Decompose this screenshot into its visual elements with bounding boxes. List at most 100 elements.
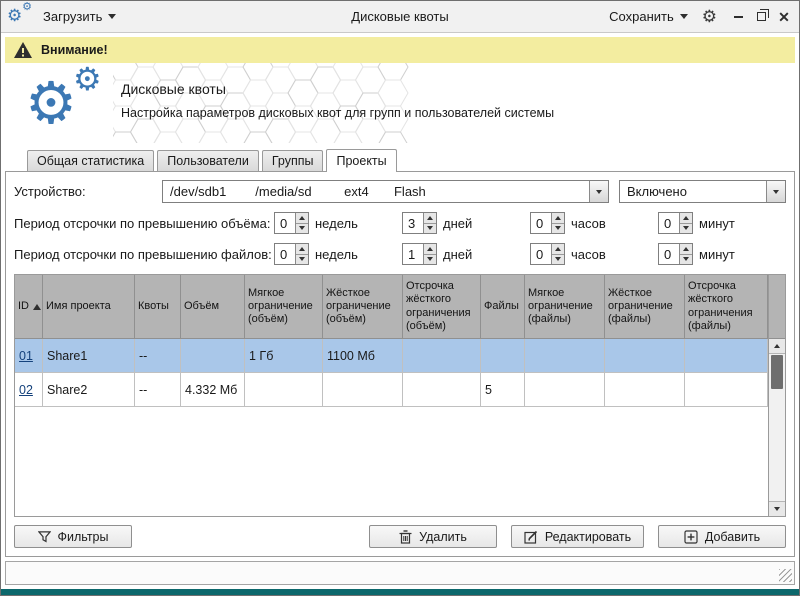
spin-down-icon[interactable] [424,255,436,265]
project-id-link[interactable]: 01 [19,349,33,363]
column-header-project-name[interactable]: Имя проекта [43,275,135,339]
device-select[interactable]: /dev/sdb1 /media/sd ext4 Flash [162,180,609,203]
column-header-grace-volume[interactable]: Отсрочка жёсткого ограничения (объём) [403,275,481,339]
weeks-unit-label: недель [315,247,358,262]
projects-table: ID Имя проекта Квоты Объём Мягкое ограни… [14,274,786,517]
scrollbar-header-cap [769,275,785,339]
cell-project-name: Share2 [43,373,135,407]
files-hours-spinner[interactable]: 0 [530,243,565,265]
cell-hard-limit-files [605,339,685,373]
load-menu-label: Загрузить [43,9,102,24]
grace-volume-row: Период отсрочки по превышению объёма: 0 … [14,212,786,234]
cell-grace-files [685,339,768,373]
action-bar: Фильтры Удалить Редак [14,525,786,548]
volume-weeks-spinner[interactable]: 0 [274,212,309,234]
scrollbar-track[interactable] [769,354,785,501]
column-header-hard-limit-files[interactable]: Жёсткое ограничение (файлы) [605,275,685,339]
edit-button[interactable]: Редактировать [511,525,644,548]
resize-grip[interactable] [779,569,792,582]
cell-grace-volume [403,373,481,407]
settings-gear-icon[interactable]: ⚙ [702,8,717,25]
column-header-quotas[interactable]: Квоты [135,275,181,339]
tab-groups[interactable]: Группы [262,150,324,171]
scroll-up-button[interactable] [769,339,785,354]
spin-up-icon[interactable] [424,213,436,224]
close-button[interactable]: ✕ [777,10,791,24]
status-bar [5,561,795,585]
trash-icon [399,530,412,544]
spin-up-icon[interactable] [552,213,564,224]
spin-up-icon[interactable] [424,244,436,255]
add-button[interactable]: Добавить [658,525,786,548]
cell-project-name: Share1 [43,339,135,373]
table-empty-area [15,407,768,516]
files-days-spinner[interactable]: 1 [402,243,437,265]
filters-button[interactable]: Фильтры [14,525,132,548]
spin-up-icon[interactable] [680,244,692,255]
save-menu-label: Сохранить [609,9,674,24]
vertical-scrollbar[interactable] [768,275,785,516]
column-header-hard-limit-volume[interactable]: Жёсткое ограничение (объём) [323,275,403,339]
edit-icon [524,530,538,544]
volume-minutes-spinner[interactable]: 0 [658,212,693,234]
spin-up-icon[interactable] [680,213,692,224]
quota-status-select[interactable]: Включено [619,180,786,203]
minutes-unit-label: минут [699,247,735,262]
column-header-grace-files[interactable]: Отсрочка жёсткого ограничения (файлы) [685,275,768,339]
volume-days-spinner[interactable]: 3 [402,212,437,234]
column-header-files[interactable]: Файлы [481,275,525,339]
spin-down-icon[interactable] [680,224,692,234]
plus-icon [684,530,698,544]
scroll-down-button[interactable] [769,501,785,516]
warning-banner: Внимание! [5,37,795,63]
dropdown-arrow-icon[interactable] [589,181,608,202]
table-row[interactable]: 01 Share1 -- 1 Гб 1100 Мб [15,339,768,373]
spin-up-icon[interactable] [552,244,564,255]
column-header-id[interactable]: ID [15,275,43,339]
filter-icon [38,530,51,543]
dropdown-arrow-icon[interactable] [766,181,785,202]
spin-down-icon[interactable] [424,224,436,234]
tab-projects[interactable]: Проекты [326,149,396,172]
scroll-up-icon [774,344,780,348]
column-header-volume[interactable]: Объём [181,275,245,339]
column-header-soft-limit-volume[interactable]: Мягкое ограничение (объём) [245,275,323,339]
minutes-unit-label: минут [699,216,735,231]
spin-down-icon[interactable] [296,224,308,234]
grace-volume-label: Период отсрочки по превышению объёма: [14,216,274,231]
hours-unit-label: часов [571,247,606,262]
grace-files-row: Период отсрочки по превышению файлов: 0 … [14,243,786,265]
spin-down-icon[interactable] [552,255,564,265]
scrollbar-thumb[interactable] [771,355,783,389]
files-weeks-spinner[interactable]: 0 [274,243,309,265]
maximize-button[interactable] [754,10,768,24]
sort-ascending-icon [33,304,41,310]
delete-button[interactable]: Удалить [369,525,497,548]
spin-up-icon[interactable] [296,213,308,224]
warning-text: Внимание! [41,43,108,57]
page-subtitle: Настройка параметров дисковых квот для г… [121,106,799,120]
files-minutes-spinner[interactable]: 0 [658,243,693,265]
chevron-down-icon [680,14,688,19]
spin-up-icon[interactable] [296,244,308,255]
tab-bar: Общая статистика Пользователи Группы Про… [1,149,799,171]
device-value: /dev/sdb1 /media/sd ext4 Flash [163,181,589,202]
app-icon: ⚙⚙ [9,6,31,28]
cell-grace-volume [403,339,481,373]
tab-users[interactable]: Пользователи [157,150,259,171]
volume-hours-spinner[interactable]: 0 [530,212,565,234]
spin-down-icon[interactable] [552,224,564,234]
minimize-icon [734,16,743,18]
spin-down-icon[interactable] [296,255,308,265]
load-menu-button[interactable]: Загрузить [39,6,120,27]
device-label: Устройство: [14,184,162,199]
tab-general-statistics[interactable]: Общая статистика [27,150,154,171]
cell-soft-limit-files [525,373,605,407]
spin-down-icon[interactable] [680,255,692,265]
minimize-button[interactable] [731,10,745,24]
project-id-link[interactable]: 02 [19,383,33,397]
cell-volume: 4.332 Мб [181,373,245,407]
column-header-soft-limit-files[interactable]: Мягкое ограничение (файлы) [525,275,605,339]
table-row[interactable]: 02 Share2 -- 4.332 Мб 5 [15,373,768,407]
save-menu-button[interactable]: Сохранить [605,6,692,27]
